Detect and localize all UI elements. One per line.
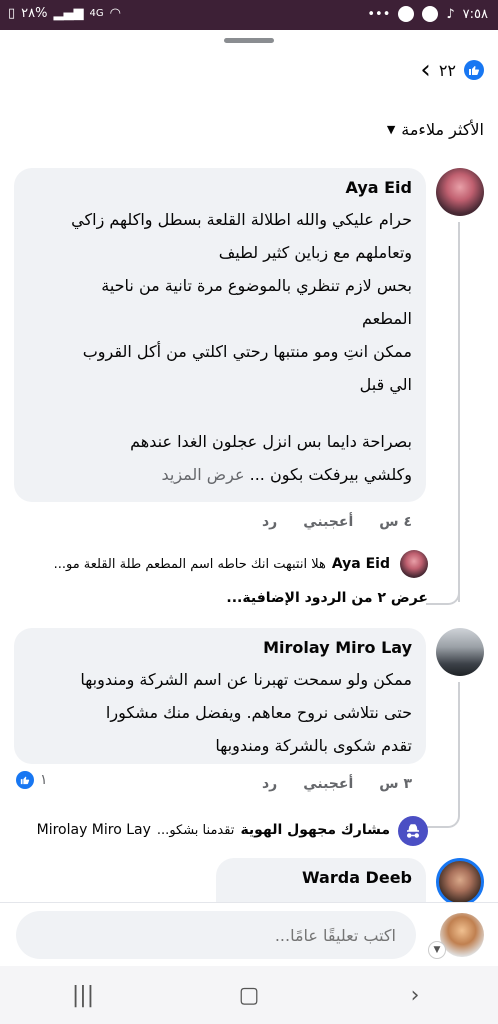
thread-line	[458, 222, 460, 602]
anonymous-participant-icon[interactable]	[398, 816, 428, 846]
thread-connector	[426, 808, 460, 828]
reply-avatar[interactable]	[400, 550, 428, 578]
user-avatar[interactable]	[440, 913, 484, 957]
tiktok-icon: ♪	[446, 6, 455, 22]
status-left: ▯ ٢٨% ▂▄▆ 4G ◠	[8, 6, 121, 21]
avatar[interactable]	[436, 858, 484, 906]
status-bar: ▯ ٢٨% ▂▄▆ 4G ◠ ••• ♪ ٧:٥٨	[0, 0, 498, 30]
like-reaction-icon	[464, 60, 484, 80]
see-more-link[interactable]: عرض المزيد	[161, 465, 244, 484]
messenger-icon	[398, 6, 415, 22]
reply-mention[interactable]: Mirolay Miro Lay	[37, 822, 151, 838]
comment-truncated-text: وكلشي بيرفكت بكون ...	[249, 465, 412, 484]
chevron-down-icon: ▼	[386, 123, 396, 136]
view-more-replies-button[interactable]: عرض ٢ من الردود الإضافية...	[226, 590, 428, 606]
chevron-down-icon[interactable]: ▼	[428, 941, 446, 959]
recent-apps-icon[interactable]: |||	[53, 983, 113, 1008]
chevron-left-icon[interactable]: ‹	[420, 57, 430, 83]
battery-icon: ▯	[8, 6, 16, 21]
comment-line: ممكن ولو سمحت تهبرنا عن اسم الشركة ومندو…	[80, 670, 412, 689]
comment-time: ٣ س	[379, 776, 412, 792]
comment-bubble[interactable]: Aya Eid حرام عليكي والله اطلالة القلعة ب…	[14, 168, 426, 502]
reply-text: هلا انتبهت انك حاطه اسم المطعم طلة القلع…	[53, 556, 326, 572]
comment-actions: ٣ س أعجبني رد	[262, 776, 412, 792]
comment-actions: ٤ س أعجبني رد	[262, 514, 412, 530]
network-type: 4G	[89, 8, 104, 19]
comment-line: بصراحة دايما بس انزل عجلون الغدا عندهم	[130, 432, 412, 451]
back-icon[interactable]: ›	[385, 983, 445, 1008]
comment-author[interactable]: Aya Eid	[28, 178, 412, 197]
viber-icon	[422, 6, 439, 22]
home-icon[interactable]: ▢	[219, 983, 279, 1008]
sheet-drag-handle[interactable]	[224, 38, 274, 43]
comment-line: تقدم شكوى بالشركة ومندوبها	[215, 736, 412, 755]
thread-connector	[426, 585, 460, 605]
comment-author[interactable]: Warda Deeb	[230, 868, 412, 887]
comment-line: حتى نتلاشى نروح معاهم. ويفضل منك مشكورا	[105, 703, 412, 722]
like-count: ١	[40, 772, 48, 788]
like-reaction-icon	[16, 771, 34, 789]
reply-preview[interactable]: مشارك مجهول الهوية تقدمنا بشكو... Mirola…	[37, 822, 390, 838]
system-navigation-bar: ||| ▢ ›	[0, 966, 498, 1024]
like-button[interactable]: أعجبني	[303, 514, 353, 530]
reply-text: تقدمنا بشكو...	[156, 822, 235, 838]
reply-button[interactable]: رد	[262, 514, 277, 530]
reply-author[interactable]: مشارك مجهول الهوية	[240, 822, 390, 838]
wifi-icon: ◠	[109, 6, 121, 21]
like-button[interactable]: أعجبني	[303, 776, 353, 792]
comment-last-line: وكلشي بيرفكت بكون ... عرض المزيد	[28, 458, 412, 491]
signal-icon: ▂▄▆	[53, 6, 84, 21]
avatar[interactable]	[436, 168, 484, 216]
comment-line: بحس لازم تنظري بالموضوع مرة تانية من ناح…	[101, 276, 412, 295]
reply-button[interactable]: رد	[262, 776, 277, 792]
comment-time: ٤ س	[379, 514, 412, 530]
reaction-count[interactable]: ٢٢	[439, 61, 456, 80]
sort-dropdown[interactable]: الأكثر ملاءمة ▼	[387, 120, 484, 139]
comment-line: الي قبل	[359, 375, 412, 394]
more-dots-icon: •••	[367, 6, 391, 22]
reactions-row[interactable]: ‹ ٢٢	[420, 57, 484, 83]
comment-author[interactable]: Mirolay Miro Lay	[28, 638, 412, 657]
comment-line: ممكن انتِ ومو منتبها رحتي اكلتي من أكل ا…	[82, 342, 412, 361]
clock: ٧:٥٨	[462, 6, 488, 22]
comment-line: حرام عليكي والله اطلالة القلعة بسطل واكل…	[71, 210, 412, 229]
comment-bubble[interactable]: Mirolay Miro Lay ممكن ولو سمحت تهبرنا عن…	[14, 628, 426, 764]
status-right: ••• ♪ ٧:٥٨	[367, 6, 488, 22]
comment-input[interactable]	[16, 911, 416, 959]
comment-line: المطعم	[361, 309, 412, 328]
comment-composer: ▼	[0, 902, 498, 966]
thread-line	[458, 682, 460, 812]
comment-likes[interactable]: ١	[16, 771, 48, 789]
comment-line: وتعاملهم مع زباين كثير لطيف	[218, 243, 412, 262]
avatar[interactable]	[436, 628, 484, 676]
battery-level: ٢٨%	[21, 6, 48, 21]
sort-label: الأكثر ملاءمة	[401, 120, 484, 139]
reply-author[interactable]: Aya Eid	[332, 556, 390, 572]
reply-preview[interactable]: Aya Eid هلا انتبهت انك حاطه اسم المطعم ط…	[54, 556, 390, 572]
comment-line	[28, 401, 412, 425]
